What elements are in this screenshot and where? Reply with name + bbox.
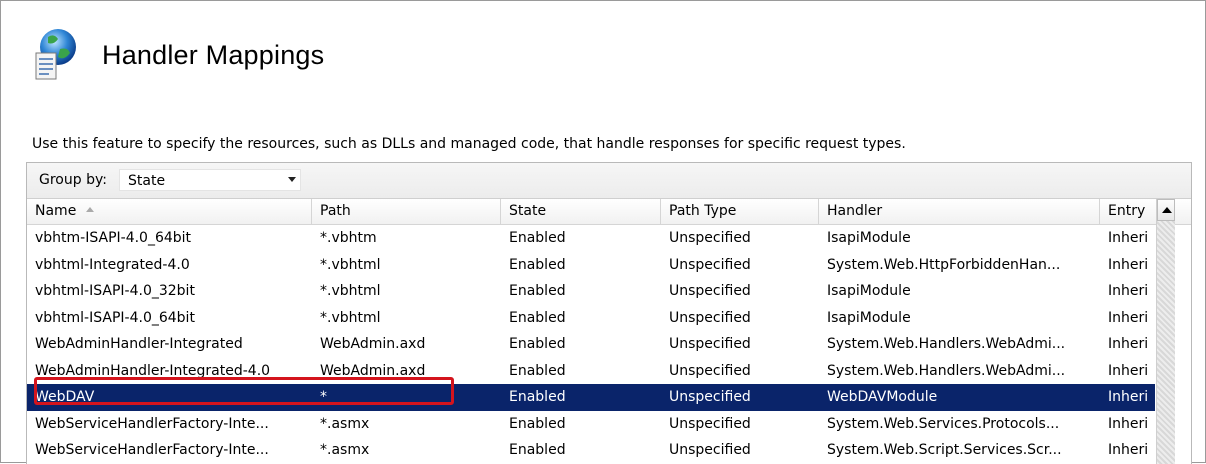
- handler-list-panel: Group by: State Name Path State Path Typ…: [26, 162, 1192, 464]
- column-header-handler-label: Handler: [827, 203, 883, 219]
- cell-handler: IsapiModule: [827, 309, 911, 326]
- cell-path-type: Unspecified: [669, 415, 751, 432]
- cell-path: WebAdmin.axd: [320, 336, 426, 352]
- table-row[interactable]: vbhtml-ISAPI-4.0_32bit *.vbhtml Enabled Uns…: [27, 278, 1155, 305]
- cell-name: WebAdminHandler-Integrated: [35, 336, 243, 352]
- column-header-entry-label: Entry: [1108, 203, 1146, 219]
- column-header-name[interactable]: Name: [27, 199, 312, 224]
- table-row[interactable]: WebServiceHandlerFactory-Inte... *.asmx En…: [27, 411, 1155, 438]
- column-header-path[interactable]: Path: [312, 199, 501, 224]
- cell-path-type: Unspecified: [669, 230, 751, 246]
- scroll-up-arrow-icon: [1162, 207, 1172, 213]
- column-header-entry[interactable]: Entry: [1100, 199, 1156, 224]
- cell-state: Enabled: [509, 389, 566, 405]
- cell-path: *.asmx: [320, 442, 370, 458]
- groupby-value: State: [128, 173, 166, 189]
- cell-path: *: [320, 389, 327, 405]
- cell-entry: Inheri: [1108, 442, 1149, 458]
- table-row[interactable]: WebDAV * Enabled Unspecified WebDAVModule Inh…: [27, 384, 1155, 411]
- cell-path-type: Unspecified: [669, 442, 751, 458]
- cell-path: *.vbhtml: [320, 309, 381, 326]
- column-header-state-label: State: [509, 203, 547, 219]
- scroll-up-button[interactable]: [1157, 199, 1175, 221]
- cell-name: vbhtml-ISAPI-4.0_32bit: [35, 283, 195, 299]
- cell-path-type: Unspecified: [669, 362, 751, 379]
- cell-entry: Inheri: [1108, 309, 1149, 326]
- column-header-name-label: Name: [35, 203, 77, 219]
- cell-handler: System.Web.Services.Protocols...: [827, 415, 1060, 432]
- cell-name: vbhtml-ISAPI-4.0_64bit: [35, 309, 195, 326]
- cell-handler: WebDAVModule: [827, 389, 938, 405]
- cell-path-type: Unspecified: [669, 256, 751, 273]
- cell-path-type: Unspecified: [669, 283, 751, 299]
- table-row[interactable]: WebAdminHandler-Integrated-4.0 WebAdmin.a…: [27, 358, 1155, 385]
- sort-ascending-icon: [86, 206, 95, 212]
- groupby-dropdown[interactable]: State: [119, 169, 301, 191]
- groupby-bar: Group by: State: [27, 163, 1191, 199]
- table-row[interactable]: WebAdminHandler-Integrated WebAdmin.axd En…: [27, 331, 1155, 358]
- column-header-path-type[interactable]: Path Type: [661, 199, 819, 224]
- handler-mappings-icon: [30, 27, 80, 83]
- chevron-down-icon[interactable]: [288, 177, 296, 182]
- cell-entry: Inheri: [1108, 230, 1149, 246]
- column-header-path-type-label: Path Type: [669, 203, 737, 219]
- cell-handler: System.Web.Script.Services.Scr...: [827, 442, 1062, 458]
- cell-path: *.vbhtml: [320, 283, 381, 299]
- column-header-path-label: Path: [320, 203, 351, 219]
- table-row[interactable]: vbhtml-Integrated-4.0 *.vbhtml Enabled Unsp…: [27, 252, 1155, 279]
- table-row[interactable]: vbhtm-ISAPI-4.0_64bit *.vbhtm Enabled Unspe…: [27, 225, 1155, 252]
- cell-name: WebServiceHandlerFactory-Inte...: [35, 415, 269, 432]
- cell-entry: Inheri: [1108, 389, 1149, 405]
- cell-handler: System.Web.HttpForbiddenHan...: [827, 256, 1061, 273]
- cell-handler: IsapiModule: [827, 230, 911, 246]
- cell-state: Enabled: [509, 283, 566, 299]
- cell-entry: Inheri: [1108, 415, 1149, 432]
- feature-description: Use this feature to specify the resource…: [32, 136, 906, 152]
- cell-state: Enabled: [509, 442, 566, 458]
- cell-name: WebDAV: [35, 389, 95, 405]
- page-title: Handler Mappings: [102, 39, 325, 70]
- cell-path: *.vbhtm: [320, 230, 377, 246]
- table-row[interactable]: vbhtml-ISAPI-4.0_64bit *.vbhtml Enabled Uns…: [27, 305, 1155, 332]
- cell-handler: System.Web.Handlers.WebAdmi...: [827, 336, 1066, 352]
- cell-entry: Inheri: [1108, 362, 1149, 379]
- cell-name: vbhtm-ISAPI-4.0_64bit: [35, 230, 192, 246]
- cell-handler: IsapiModule: [827, 283, 911, 299]
- column-header-row: Name Path State Path Type Handler Entry: [27, 199, 1191, 225]
- groupby-label: Group by:: [39, 172, 107, 188]
- cell-name: WebServiceHandlerFactory-Inte...: [35, 442, 269, 458]
- cell-path-type: Unspecified: [669, 389, 751, 405]
- cell-name: WebAdminHandler-Integrated-4.0: [35, 362, 271, 379]
- column-header-handler[interactable]: Handler: [819, 199, 1100, 224]
- cell-state: Enabled: [509, 362, 566, 379]
- vertical-scrollbar[interactable]: [1156, 199, 1175, 464]
- cell-entry: Inheri: [1108, 283, 1149, 299]
- column-header-state[interactable]: State: [501, 199, 661, 224]
- cell-path: WebAdmin.axd: [320, 362, 426, 379]
- cell-state: Enabled: [509, 309, 566, 326]
- cell-path-type: Unspecified: [669, 309, 751, 326]
- cell-state: Enabled: [509, 415, 566, 432]
- handler-list: vbhtm-ISAPI-4.0_64bit *.vbhtm Enabled Unspe…: [27, 225, 1155, 464]
- cell-entry: Inheri: [1108, 336, 1149, 352]
- table-row[interactable]: WebServiceHandlerFactory-Inte... *.asmx En…: [27, 437, 1155, 464]
- cell-path: *.asmx: [320, 415, 370, 432]
- cell-handler: System.Web.Handlers.WebAdmi...: [827, 362, 1066, 379]
- cell-name: vbhtml-Integrated-4.0: [35, 256, 190, 273]
- cell-state: Enabled: [509, 256, 566, 273]
- cell-path-type: Unspecified: [669, 336, 751, 352]
- cell-state: Enabled: [509, 336, 566, 352]
- cell-path: *.vbhtml: [320, 256, 381, 273]
- page-header: Handler Mappings: [30, 25, 324, 85]
- cell-entry: Inheri: [1108, 256, 1149, 273]
- cell-state: Enabled: [509, 230, 566, 246]
